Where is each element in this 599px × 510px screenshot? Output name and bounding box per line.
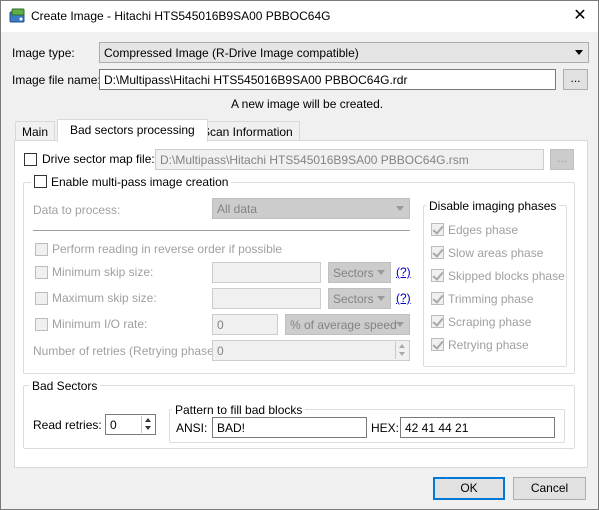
image-type-select[interactable]: Compressed Image (R-Drive Image compatib… — [99, 42, 589, 63]
reverse-order-label: Perform reading in reverse order if poss… — [52, 242, 283, 256]
min-skip-checkbox[interactable] — [35, 266, 48, 279]
tab-label: Scan Information — [202, 125, 293, 139]
trimming-phase-checkbox[interactable] — [431, 292, 444, 305]
retries-phase-label: Number of retries (Retrying phase): — [33, 344, 222, 358]
multipass-checkbox[interactable] — [34, 175, 47, 188]
ansi-input[interactable]: BAD! — [212, 417, 367, 438]
chevron-down-icon — [377, 270, 385, 275]
data-to-process-select[interactable]: All data — [212, 198, 410, 219]
min-skip-unit-value: Sectors — [333, 266, 374, 280]
tab-scan-information[interactable]: Scan Information — [195, 121, 300, 142]
max-skip-unit-value: Sectors — [333, 292, 374, 306]
min-io-value: 0 — [217, 318, 224, 332]
edges-phase-checkbox[interactable] — [431, 223, 444, 236]
retrying-phase-checkbox[interactable] — [431, 338, 444, 351]
skipped-blocks-phase-label: Skipped blocks phase — [448, 269, 565, 283]
edges-phase-label: Edges phase — [448, 223, 519, 237]
min-skip-unit-select[interactable]: Sectors — [328, 262, 391, 283]
slow-areas-phase-label: Slow areas phase — [448, 246, 544, 260]
retries-phase-value: 0 — [217, 344, 224, 358]
image-file-value: D:\Multipass\Hitachi HTS545016B9SA00 PBB… — [104, 73, 408, 87]
chevron-up-icon — [399, 344, 405, 348]
close-button[interactable]: ✕ — [567, 4, 593, 28]
status-text: A new image will be created. — [231, 97, 384, 111]
create-image-dialog: Create Image - Hitachi HTS545016B9SA00 P… — [0, 0, 599, 510]
drive-map-browse-button[interactable]: ... — [550, 149, 574, 170]
min-io-checkbox[interactable] — [35, 318, 48, 331]
min-io-label: Minimum I/O rate: — [52, 317, 148, 331]
title-bar: Create Image - Hitachi HTS545016B9SA00 P… — [1, 1, 598, 32]
disable-phases-title: Disable imaging phases — [426, 199, 560, 213]
image-file-label: Image file name: — [12, 73, 101, 87]
browse-image-button[interactable]: ... — [563, 69, 588, 90]
tab-panel-bad-sectors: Drive sector map file: D:\Multipass\Hita… — [14, 140, 588, 468]
spin-arrows[interactable] — [141, 416, 154, 433]
ansi-value: BAD! — [217, 421, 246, 435]
multipass-title: Enable multi-pass image creation — [31, 175, 232, 189]
chevron-down-icon — [396, 322, 404, 327]
drive-map-value: D:\Multipass\Hitachi HTS545016B9SA00 PBB… — [160, 153, 469, 167]
divider — [33, 230, 410, 231]
data-to-process-label: Data to process: — [33, 203, 121, 217]
read-retries-value: 0 — [110, 418, 117, 432]
hex-input[interactable]: 42 41 44 21 — [400, 417, 555, 438]
min-io-unit-select[interactable]: % of average speed — [285, 314, 410, 335]
browse-label: ... — [556, 151, 567, 165]
chevron-down-icon — [575, 50, 583, 55]
min-io-input[interactable]: 0 — [212, 314, 278, 335]
ok-label: OK — [460, 481, 478, 495]
app-icon — [9, 8, 25, 23]
read-retries-stepper[interactable]: 0 — [105, 414, 156, 435]
tab-label: Main — [22, 125, 49, 139]
tab-main[interactable]: Main — [15, 121, 56, 142]
max-skip-help-link[interactable]: (?) — [396, 291, 411, 305]
ok-button[interactable]: OK — [433, 477, 505, 500]
scraping-phase-label: Scraping phase — [448, 315, 532, 329]
retrying-phase-label: Retrying phase — [448, 338, 529, 352]
drive-map-checkbox[interactable] — [24, 153, 37, 166]
read-retries-label: Read retries: — [33, 418, 102, 432]
chevron-down-icon — [145, 426, 151, 430]
data-to-process-value: All data — [217, 202, 258, 216]
drive-map-label: Drive sector map file: — [42, 152, 155, 166]
pattern-title: Pattern to fill bad blocks — [172, 403, 306, 417]
retries-phase-stepper[interactable]: 0 — [212, 340, 410, 361]
chevron-down-icon — [399, 352, 405, 356]
max-skip-unit-select[interactable]: Sectors — [328, 288, 391, 309]
skipped-blocks-phase-checkbox[interactable] — [431, 269, 444, 282]
min-skip-help-link[interactable]: (?) — [396, 265, 411, 279]
window-title: Create Image - Hitachi HTS545016B9SA00 P… — [31, 9, 331, 23]
max-skip-label: Maximum skip size: — [52, 291, 157, 305]
cancel-button[interactable]: Cancel — [513, 477, 586, 500]
cancel-label: Cancel — [530, 481, 569, 495]
multipass-label: Enable multi-pass image creation — [51, 175, 229, 189]
close-icon: ✕ — [573, 7, 587, 24]
tab-bad-sectors-processing[interactable]: Bad sectors processing — [57, 119, 208, 142]
image-file-input[interactable]: D:\Multipass\Hitachi HTS545016B9SA00 PBB… — [99, 69, 556, 90]
image-type-label: Image type: — [12, 46, 75, 60]
image-type-value: Compressed Image (R-Drive Image compatib… — [104, 46, 359, 60]
ansi-label: ANSI: — [176, 421, 208, 435]
min-skip-label: Minimum skip size: — [52, 265, 154, 279]
spin-arrows[interactable] — [395, 342, 408, 359]
min-skip-input[interactable] — [212, 262, 321, 283]
min-io-unit-value: % of average speed — [290, 318, 397, 332]
chevron-down-icon — [377, 296, 385, 301]
reverse-order-checkbox[interactable] — [35, 243, 48, 256]
chevron-down-icon — [396, 206, 404, 211]
max-skip-input[interactable] — [212, 288, 321, 309]
tab-label: Bad sectors processing — [70, 123, 195, 137]
max-skip-checkbox[interactable] — [35, 292, 48, 305]
browse-label: ... — [570, 71, 581, 85]
hex-value: 42 41 44 21 — [405, 421, 469, 435]
hex-label: HEX: — [371, 421, 400, 435]
slow-areas-phase-checkbox[interactable] — [431, 246, 444, 259]
bad-sectors-title: Bad Sectors — [29, 379, 101, 393]
scraping-phase-checkbox[interactable] — [431, 315, 444, 328]
drive-map-input[interactable]: D:\Multipass\Hitachi HTS545016B9SA00 PBB… — [155, 149, 544, 170]
chevron-up-icon — [145, 418, 151, 422]
trimming-phase-label: Trimming phase — [448, 292, 534, 306]
